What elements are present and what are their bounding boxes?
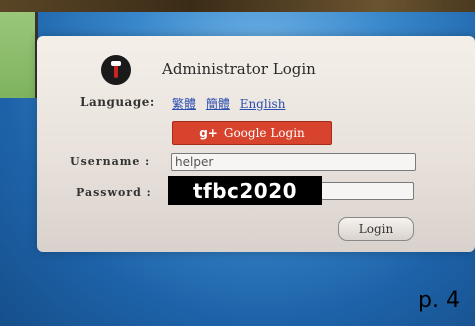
google-plus-icon: g+ xyxy=(199,126,218,140)
language-label: Language: xyxy=(80,95,155,109)
google-login-label: Google Login xyxy=(223,126,305,140)
page-number: p. 4 xyxy=(418,288,460,313)
admin-logo-icon xyxy=(101,55,131,85)
top-frame-strip xyxy=(0,0,475,12)
username-input[interactable]: helper xyxy=(171,153,416,171)
login-button[interactable]: Login xyxy=(338,217,414,241)
password-label: Password : xyxy=(76,186,152,199)
left-green-panel xyxy=(0,12,38,98)
password-overlay-caption: tfbc2020 xyxy=(168,176,322,205)
language-link-simplified-chinese[interactable]: 簡體 xyxy=(206,97,230,111)
language-link-english[interactable]: English xyxy=(240,97,286,111)
google-login-button[interactable]: g+ Google Login xyxy=(172,121,332,145)
language-links: 繁體 簡體 English xyxy=(172,95,291,112)
username-label: Username : xyxy=(70,155,151,168)
dialog-title: Administrator Login xyxy=(162,60,316,78)
language-link-traditional-chinese[interactable]: 繁體 xyxy=(172,97,196,111)
